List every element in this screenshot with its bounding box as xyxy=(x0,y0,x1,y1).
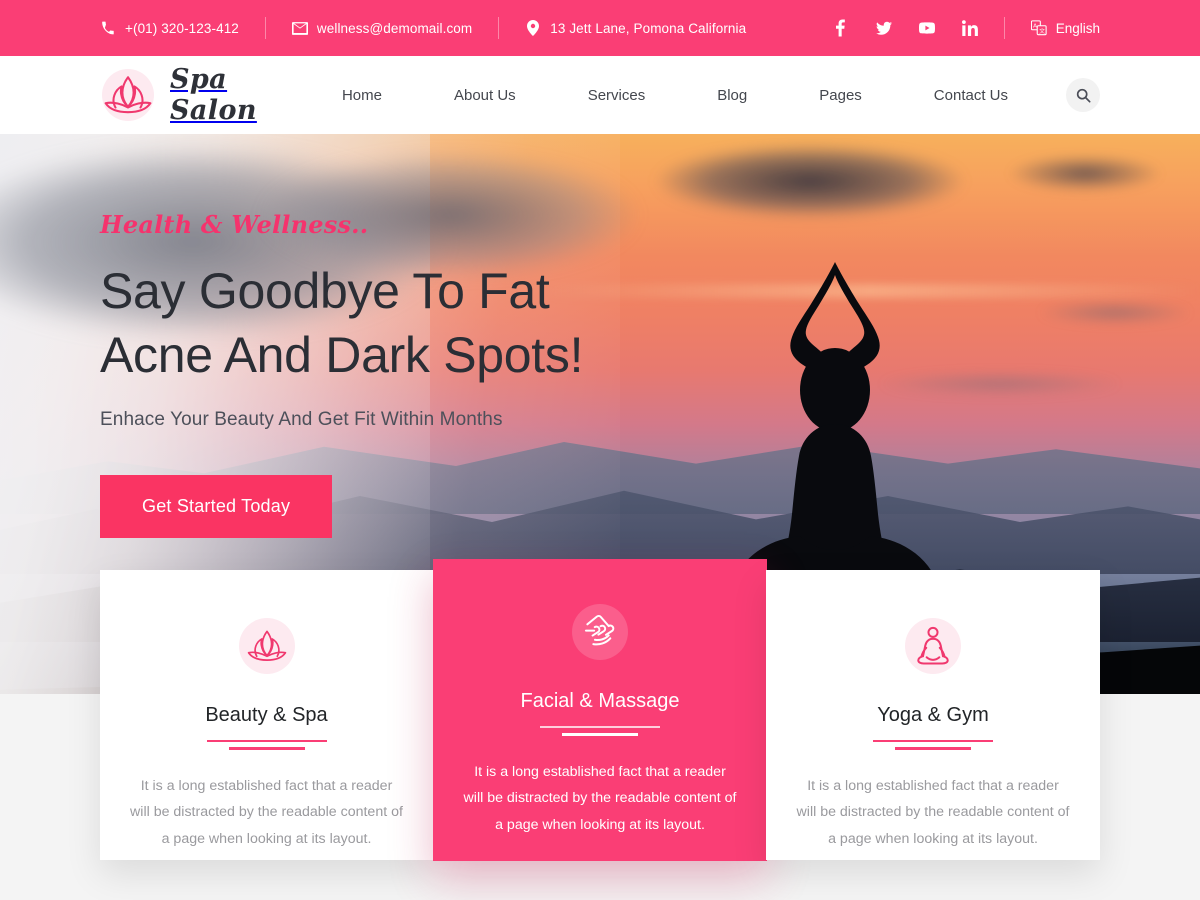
svg-text:A: A xyxy=(1033,24,1037,30)
top-right-group: A 文 English xyxy=(833,17,1100,39)
feature-card-yoga-gym[interactable]: Yoga & Gym It is a long established fact… xyxy=(766,570,1100,860)
social-links xyxy=(833,19,978,37)
yoga-pose-icon xyxy=(905,618,961,674)
phone-contact[interactable]: +(01) 320-123-412 xyxy=(100,19,239,37)
email-contact[interactable]: wellness@demomail.com xyxy=(291,19,473,37)
nav-item-about-us[interactable]: About Us xyxy=(418,87,552,104)
street-address: 13 Jett Lane, Pomona California xyxy=(550,20,747,36)
divider xyxy=(498,17,500,39)
lotus-icon xyxy=(238,618,295,674)
phone-number: +(01) 320-123-412 xyxy=(125,20,239,36)
location-pin-icon xyxy=(525,19,541,37)
feature-card-facial-massage[interactable]: Facial & Massage It is a long establishe… xyxy=(433,559,767,861)
title-underline xyxy=(540,726,660,737)
feature-cards-section: Beauty & Spa It is a long established fa… xyxy=(0,559,1200,900)
facebook-icon[interactable] xyxy=(833,19,849,37)
nav-item-services[interactable]: Services xyxy=(552,87,682,104)
get-started-button[interactable]: Get Started Today xyxy=(100,475,333,538)
lotus-logo-icon xyxy=(100,67,156,123)
card-title: Yoga & Gym xyxy=(877,704,989,726)
hero-subtitle: Enhace Your Beauty And Get Fit Within Mo… xyxy=(100,409,503,430)
youtube-icon[interactable] xyxy=(918,19,935,37)
title-underline xyxy=(206,740,327,751)
massage-hands-icon xyxy=(572,604,628,660)
twitter-icon[interactable] xyxy=(875,19,892,37)
card-description: It is a long established fact that a rea… xyxy=(130,778,403,847)
linkedin-icon[interactable] xyxy=(961,19,978,37)
top-contact-bar: +(01) 320-123-412 wellness@demomail.com … xyxy=(0,0,1200,56)
envelope-icon xyxy=(291,19,308,37)
svg-text:文: 文 xyxy=(1039,27,1045,35)
card-title: Facial & Massage xyxy=(520,690,680,712)
site-header: Spa Salon Home About Us Services Blog Pa… xyxy=(0,56,1200,134)
card-description: It is a long established fact that a rea… xyxy=(463,764,737,833)
brand-name: Spa Salon xyxy=(170,64,257,126)
email-address: wellness@demomail.com xyxy=(316,20,473,36)
translate-icon: A 文 xyxy=(1030,19,1047,37)
language-selector[interactable]: A 文 English xyxy=(1030,19,1100,37)
card-title: Beauty & Spa xyxy=(205,704,328,726)
nav-item-home[interactable]: Home xyxy=(306,87,418,104)
divider xyxy=(1003,17,1005,39)
title-underline xyxy=(873,740,993,751)
phone-icon xyxy=(100,19,116,37)
hero-eyebrow: Health & Wellness.. xyxy=(100,210,369,239)
feature-card-beauty-spa[interactable]: Beauty & Spa It is a long established fa… xyxy=(100,570,433,860)
search-button[interactable] xyxy=(1066,78,1100,112)
address-contact[interactable]: 13 Jett Lane, Pomona California xyxy=(525,19,746,37)
nav-item-pages[interactable]: Pages xyxy=(783,87,898,104)
top-contact-group: +(01) 320-123-412 wellness@demomail.com … xyxy=(100,17,746,39)
nav-item-contact-us[interactable]: Contact Us xyxy=(898,87,1044,104)
language-label: English xyxy=(1055,20,1100,36)
search-icon xyxy=(1076,88,1091,103)
card-description: It is a long established fact that a rea… xyxy=(796,778,1070,847)
hero-title: Say Goodbye To Fat Acne And Dark Spots! xyxy=(100,259,583,387)
divider xyxy=(264,17,266,39)
nav-item-blog[interactable]: Blog xyxy=(681,87,783,104)
logo[interactable]: Spa Salon xyxy=(100,64,306,126)
main-navigation: Home About Us Services Blog Pages Contac… xyxy=(306,78,1100,112)
hero-title-line-1: Say Goodbye To Fat xyxy=(100,263,550,319)
hero-title-line-2: Acne And Dark Spots! xyxy=(100,327,584,383)
hero-content: Health & Wellness.. Say Goodbye To Fat A… xyxy=(100,210,583,538)
